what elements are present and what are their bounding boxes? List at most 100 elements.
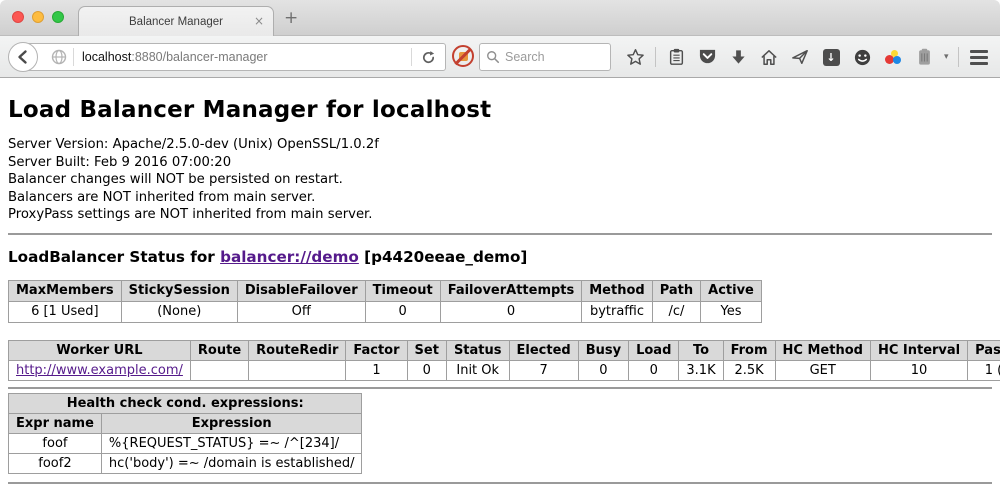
cell-expression: %{REQUEST_STATUS} =~ /^[234]/ [101,433,362,453]
navigation-toolbar: localhost:8880/balancer-manager [0,36,1000,78]
video-download-helper-button[interactable]: ↓ [820,46,842,68]
url-path: :8880/balancer-manager [131,50,267,64]
tab-balancer-manager[interactable]: Balancer Manager × [78,6,274,36]
col-to: To [679,340,723,360]
cell-active: Yes [701,301,762,322]
col-expr-name: Expr name [9,413,102,433]
worker-table: Worker URL Route RouteRedir Factor Set S… [8,340,1000,381]
col-hc-interval: HC Interval [870,340,967,360]
col-elected: Elected [509,340,578,360]
reading-list-button[interactable] [665,46,687,68]
page-content: Load Balancer Manager for localhost Serv… [0,78,1000,491]
col-status: Status [446,340,509,360]
home-icon [760,49,778,66]
inherit-note-line: Balancers are NOT inherited from main se… [8,189,992,207]
col-stickysession: StickySession [121,280,237,301]
cell-busy: 0 [578,360,628,380]
address-text[interactable]: localhost:8880/balancer-manager [82,50,411,64]
heading-prefix: LoadBalancer Status for [8,248,220,266]
menu-button[interactable] [968,46,990,68]
overflow-caret-icon[interactable]: ▾ [944,52,949,62]
toolbar-icons: ↓ ▾ [624,36,994,78]
cell-expr-name: foof [9,433,102,453]
hamburger-icon [970,50,988,65]
cell-from: 2.5K [723,360,775,380]
url-bar[interactable]: localhost:8880/balancer-manager [24,43,446,71]
server-built-line: Server Built: Feb 9 2016 07:00:20 [8,154,992,172]
window-controls [12,11,64,23]
col-from: From [723,340,775,360]
health-check-table: Health check cond. expressions: Expr nam… [8,393,362,474]
home-button[interactable] [758,46,780,68]
search-bar[interactable] [479,43,611,71]
table-header-row: Expr name Expression [9,413,362,433]
new-tab-button[interactable]: + [284,10,298,27]
page-title: Load Balancer Manager for localhost [8,78,992,123]
table-header-row: MaxMembers StickySession DisableFailover… [9,280,762,301]
tab-strip: Balancer Manager × + [0,0,1000,36]
cell-load: 0 [629,360,679,380]
cell-status: Init Ok [446,360,509,380]
send-to-device-button[interactable] [789,46,811,68]
balancer-demo-link[interactable]: balancer://demo [220,248,359,266]
pocket-button[interactable] [696,46,718,68]
worker-url-link[interactable]: http://www.example.com/ [16,363,183,378]
col-route: Route [190,340,248,360]
balancer-settings-table: MaxMembers StickySession DisableFailover… [8,280,762,323]
cell-to: 3.1K [679,360,723,380]
addon-colordots-button[interactable] [882,46,904,68]
video-download-icon: ↓ [823,49,840,66]
bookmark-star-button[interactable] [624,46,646,68]
cell-passes: 1 (0) [968,360,1000,380]
footer-divider [8,482,992,484]
cell-disablefailover: Off [237,301,365,322]
cell-worker-url: http://www.example.com/ [9,360,191,380]
slash-mark [454,47,471,64]
minimize-window-button[interactable] [32,11,44,23]
emoji-addon-button[interactable] [851,46,873,68]
globe-icon [51,49,67,65]
clipboard-icon [668,48,685,66]
col-routeredir: RouteRedir [249,340,346,360]
back-button[interactable] [8,42,38,72]
col-failoverattempts: FailoverAttempts [440,280,582,301]
download-arrow-icon [730,49,747,66]
downloads-button[interactable] [727,46,749,68]
cell-expr-name: foof2 [9,453,102,473]
urlbar-divider [73,48,74,66]
col-path: Path [652,280,700,301]
col-maxmembers: MaxMembers [9,280,122,301]
url-domain: localhost [82,50,131,64]
table-row: foof2 hc('body') =~ /domain is establish… [9,453,362,473]
section-divider [8,387,992,389]
container-addon-button[interactable] [913,46,935,68]
persist-note-line: Balancer changes will NOT be persisted o… [8,171,992,189]
search-icon [486,50,500,64]
table-title-row: Health check cond. expressions: [9,393,362,413]
pocket-icon [698,48,717,66]
reload-button[interactable] [412,50,445,65]
tab-close-icon[interactable]: × [254,14,264,28]
tab-title: Balancer Manager [129,16,223,28]
smiley-icon [853,48,872,67]
plugin-blocked-icon[interactable] [452,45,474,67]
toolbar-divider [655,47,656,67]
star-icon [626,48,645,67]
cell-failoverattempts: 0 [440,301,582,322]
health-check-title: Health check cond. expressions: [9,393,362,413]
col-hc-method: HC Method [775,340,870,360]
cell-timeout: 0 [365,301,440,322]
col-busy: Busy [578,340,628,360]
reload-icon [421,50,436,65]
col-active: Active [701,280,762,301]
search-input[interactable] [505,50,595,64]
worker-row: http://www.example.com/ 1 0 Init Ok 7 0 … [9,360,1000,380]
browser-window: Balancer Manager × + localhost:8880/bala… [0,0,1000,491]
cell-stickysession: (None) [121,301,237,322]
proxypass-note-line: ProxyPass settings are NOT inherited fro… [8,206,992,224]
zoom-window-button[interactable] [52,11,64,23]
heading-suffix: [p4420eeae_demo] [359,248,528,266]
cell-path: /c/ [652,301,700,322]
close-window-button[interactable] [12,11,24,23]
col-worker-url: Worker URL [9,340,191,360]
